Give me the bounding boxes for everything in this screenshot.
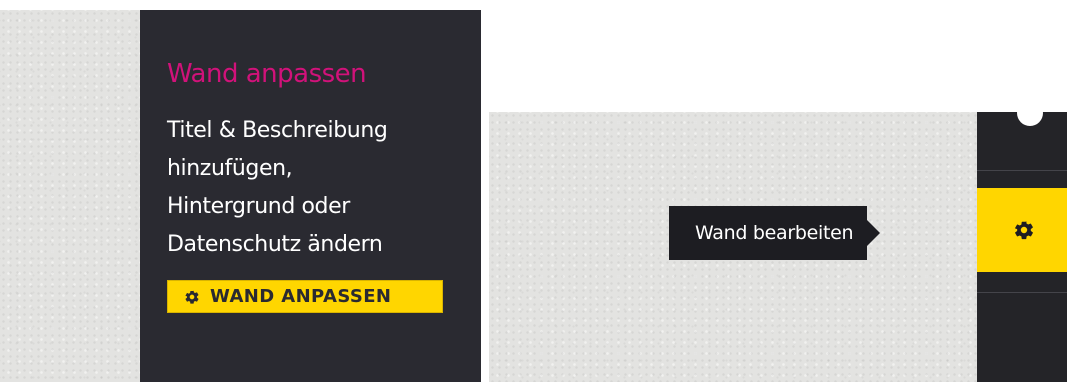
panel-description: Titel & Beschreibung hinzufügen, Hinterg…	[167, 112, 467, 264]
edit-wall-tooltip: Wand bearbeiten	[669, 206, 881, 260]
description-line: Datenschutz ändern	[167, 232, 383, 257]
wall-background-left	[0, 10, 140, 382]
customize-wall-panel: Wand anpassen Titel & Beschreibung hinzu…	[140, 10, 481, 382]
description-line: Titel & Beschreibung	[167, 118, 388, 143]
customize-wall-button[interactable]: WAND ANPASSEN	[167, 280, 443, 313]
description-line: hinzufügen,	[167, 156, 293, 181]
toolbar-divider	[977, 170, 1067, 171]
gear-icon	[1015, 221, 1033, 240]
panel-title: Wand anpassen	[167, 59, 367, 89]
tooltip-text: Wand bearbeiten	[695, 222, 854, 244]
customize-wall-button-label: WAND ANPASSEN	[210, 286, 392, 307]
toolbar-item-top[interactable]	[977, 100, 1067, 170]
toolbar-divider	[977, 292, 1067, 293]
side-toolbar	[977, 100, 1067, 382]
edit-wall-button[interactable]	[977, 188, 1067, 272]
info-icon	[1017, 100, 1043, 126]
gear-icon	[185, 290, 199, 304]
description-line: Hintergrund oder	[167, 194, 350, 219]
